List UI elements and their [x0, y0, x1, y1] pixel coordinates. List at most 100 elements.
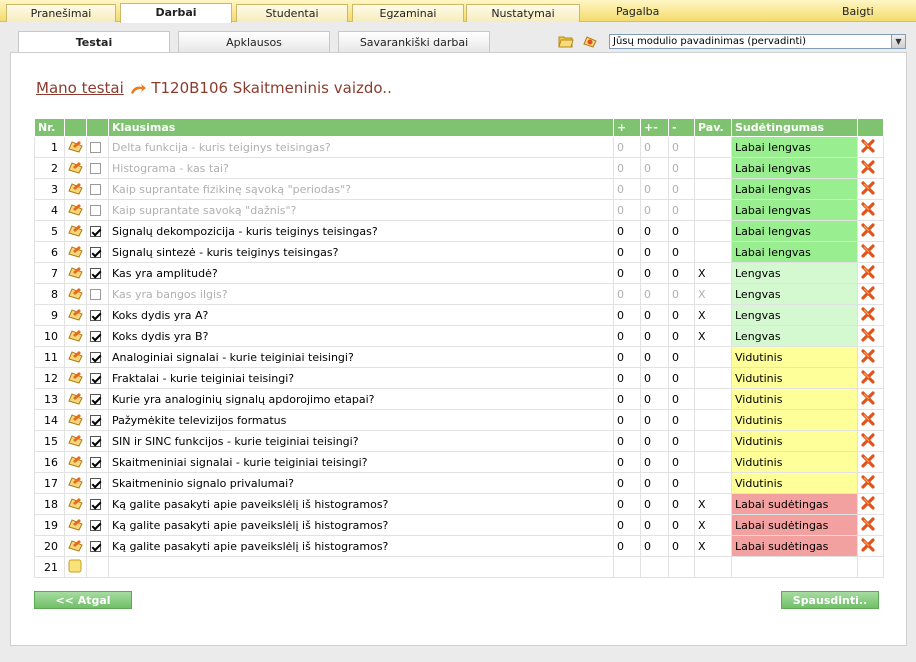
edit-question-icon[interactable]: [64, 346, 87, 368]
edit-question-icon[interactable]: [64, 514, 87, 536]
row-checkbox[interactable]: [90, 373, 101, 384]
nav-tab-darbai[interactable]: Darbai: [120, 3, 232, 23]
row-checkbox-cell[interactable]: [86, 535, 109, 557]
row-checkbox-cell[interactable]: [86, 409, 109, 431]
row-checkbox-cell[interactable]: [86, 493, 109, 515]
edit-question-icon[interactable]: [64, 178, 87, 200]
row-checkbox[interactable]: [90, 436, 101, 447]
row-checkbox-cell[interactable]: [86, 136, 109, 158]
delete-icon[interactable]: [857, 199, 884, 221]
picture-flag: X: [694, 262, 732, 284]
row-checkbox-cell[interactable]: [86, 514, 109, 536]
edit-question-icon[interactable]: [64, 493, 87, 515]
row-checkbox-cell[interactable]: [86, 346, 109, 368]
delete-icon[interactable]: [857, 178, 884, 200]
row-checkbox-cell[interactable]: [86, 283, 109, 305]
add-question-icon[interactable]: [64, 556, 87, 578]
row-checkbox[interactable]: [90, 415, 101, 426]
nav-tab-nustatymai[interactable]: Nustatymai: [466, 4, 580, 22]
delete-icon[interactable]: [857, 514, 884, 536]
row-checkbox-cell[interactable]: [86, 178, 109, 200]
delete-icon[interactable]: [857, 262, 884, 284]
delete-icon[interactable]: [857, 472, 884, 494]
row-checkbox-cell[interactable]: [86, 367, 109, 389]
row-checkbox[interactable]: [90, 499, 101, 510]
back-button[interactable]: << Atgal: [34, 591, 132, 609]
row-checkbox[interactable]: [90, 394, 101, 405]
edit-question-icon[interactable]: [64, 325, 87, 347]
edit-question-icon[interactable]: [64, 199, 87, 221]
delete-icon[interactable]: [857, 409, 884, 431]
delete-icon[interactable]: [857, 451, 884, 473]
edit-module-icon[interactable]: [582, 34, 598, 48]
row-checkbox-cell[interactable]: [86, 430, 109, 452]
row-checkbox-cell[interactable]: [86, 241, 109, 263]
row-checkbox-cell[interactable]: [86, 220, 109, 242]
row-checkbox[interactable]: [90, 541, 101, 552]
edit-question-icon[interactable]: [64, 430, 87, 452]
delete-icon[interactable]: [857, 493, 884, 515]
delete-icon[interactable]: [857, 325, 884, 347]
subtab-testai[interactable]: Testai: [18, 31, 170, 54]
edit-question-icon[interactable]: [64, 220, 87, 242]
delete-icon[interactable]: [857, 241, 884, 263]
delete-icon[interactable]: [857, 304, 884, 326]
row-checkbox-cell[interactable]: [86, 199, 109, 221]
edit-question-icon[interactable]: [64, 304, 87, 326]
print-button[interactable]: Spausdinti..: [781, 591, 879, 609]
subtab-savarankiski[interactable]: Savarankiški darbai: [338, 31, 490, 53]
row-checkbox[interactable]: [90, 163, 101, 174]
delete-icon[interactable]: [857, 283, 884, 305]
row-checkbox[interactable]: [90, 184, 101, 195]
row-number: 16: [34, 451, 65, 473]
nav-tab-studentai[interactable]: Studentai: [236, 4, 348, 22]
edit-question-icon[interactable]: [64, 262, 87, 284]
delete-icon[interactable]: [857, 346, 884, 368]
edit-question-icon[interactable]: [64, 472, 87, 494]
edit-question-icon[interactable]: [64, 535, 87, 557]
edit-question-icon[interactable]: [64, 451, 87, 473]
row-checkbox-cell[interactable]: [86, 472, 109, 494]
row-checkbox-cell[interactable]: [86, 325, 109, 347]
nav-tab-egzaminai[interactable]: Egzaminai: [352, 4, 464, 22]
row-checkbox[interactable]: [90, 310, 101, 321]
delete-icon[interactable]: [857, 430, 884, 452]
row-checkbox-cell[interactable]: [86, 388, 109, 410]
subtab-apklausos[interactable]: Apklausos: [178, 31, 330, 53]
edit-question-icon[interactable]: [64, 157, 87, 179]
breadcrumb-link-my-tests[interactable]: Mano testai: [36, 79, 124, 97]
row-checkbox[interactable]: [90, 226, 101, 237]
nav-tab-pranesimai[interactable]: Pranešimai: [6, 4, 116, 22]
edit-question-icon[interactable]: [64, 388, 87, 410]
edit-question-icon[interactable]: [64, 136, 87, 158]
row-checkbox-cell[interactable]: [86, 262, 109, 284]
edit-question-icon[interactable]: [64, 241, 87, 263]
row-checkbox[interactable]: [90, 247, 101, 258]
row-checkbox-cell[interactable]: [86, 451, 109, 473]
chevron-down-icon[interactable]: ▼: [891, 35, 905, 48]
row-checkbox[interactable]: [90, 520, 101, 531]
delete-icon[interactable]: [857, 220, 884, 242]
row-checkbox[interactable]: [90, 205, 101, 216]
logout-link[interactable]: Baigti: [842, 5, 874, 18]
delete-icon[interactable]: [857, 388, 884, 410]
row-checkbox-cell[interactable]: [86, 157, 109, 179]
help-link[interactable]: Pagalba: [616, 5, 659, 18]
row-checkbox[interactable]: [90, 289, 101, 300]
row-checkbox[interactable]: [90, 331, 101, 342]
row-checkbox[interactable]: [90, 352, 101, 363]
delete-icon[interactable]: [857, 535, 884, 557]
row-checkbox[interactable]: [90, 478, 101, 489]
row-checkbox[interactable]: [90, 268, 101, 279]
row-checkbox[interactable]: [90, 457, 101, 468]
folder-open-icon[interactable]: [558, 34, 574, 48]
edit-question-icon[interactable]: [64, 409, 87, 431]
edit-question-icon[interactable]: [64, 367, 87, 389]
delete-icon[interactable]: [857, 157, 884, 179]
edit-question-icon[interactable]: [64, 283, 87, 305]
row-checkbox-cell[interactable]: [86, 304, 109, 326]
delete-icon[interactable]: [857, 136, 884, 158]
row-checkbox[interactable]: [90, 142, 101, 153]
delete-icon[interactable]: [857, 367, 884, 389]
module-select[interactable]: Jūsų modulio pavadinimas (pervadinti) ▼: [609, 34, 906, 49]
